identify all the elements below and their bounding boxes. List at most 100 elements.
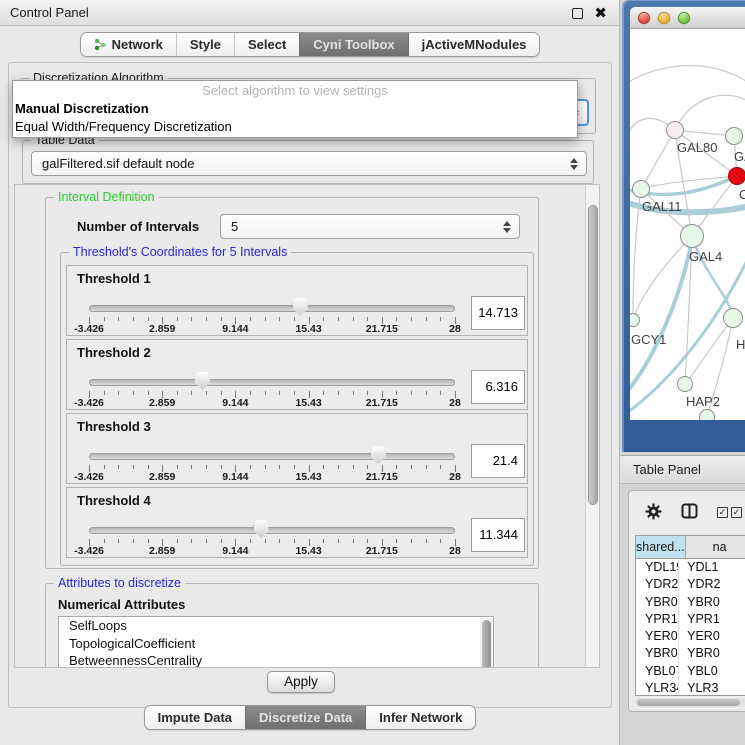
control-panel: Control Panel ✖ Network Style Select [0, 0, 620, 745]
network-edge[interactable] [630, 66, 745, 84]
close-traffic-light[interactable] [638, 12, 650, 24]
table-header-row: shared... na [636, 536, 745, 559]
tick-mark [104, 317, 105, 321]
table-data-combobox[interactable]: galFiltered.sif default node [31, 151, 587, 176]
table-row[interactable]: YBR045CYBR0 [636, 645, 745, 662]
scrollbar-thumb[interactable] [482, 620, 491, 668]
tick-mark [279, 317, 280, 321]
scrollbar-thumb[interactable] [588, 205, 598, 505]
tick-mark [250, 465, 251, 469]
table-cell: YPR145W [636, 611, 679, 628]
threshold-panel: Threshold 1-3.4262.8599.14415.4321.71528… [66, 265, 528, 336]
table-cell: YDR2 [679, 576, 745, 593]
columns-icon[interactable] [681, 503, 698, 519]
threshold-value-field[interactable]: 14.713 [471, 296, 525, 330]
tick-mark [265, 539, 266, 543]
tick-label: 21.715 [366, 397, 398, 409]
tick-label: -3.426 [74, 471, 104, 483]
table-cell: YBR0 [679, 594, 745, 611]
slider-thumb[interactable] [371, 446, 386, 464]
tab-cyni-toolbox[interactable]: Cyni Toolbox [299, 33, 407, 56]
tick-mark [206, 465, 207, 469]
table-cell: YDR27... [636, 576, 679, 593]
number-of-intervals-combobox[interactable]: 5 [220, 214, 520, 239]
network-node[interactable] [666, 121, 684, 139]
network-node[interactable] [680, 224, 704, 248]
tick-mark [250, 391, 251, 395]
checkbox-icon[interactable]: ✓ [731, 507, 742, 518]
dropdown-item-manual-discretization[interactable]: Manual Discretization [13, 100, 577, 118]
slider-thumb[interactable] [195, 372, 210, 390]
slider-track[interactable] [89, 453, 455, 460]
gear-icon[interactable] [645, 503, 662, 520]
network-node[interactable] [725, 127, 743, 145]
network-edge[interactable] [675, 95, 745, 130]
table-row[interactable]: YLR345WYLR3 [636, 680, 745, 696]
tab-impute-data[interactable]: Impute Data [145, 706, 245, 729]
column-header-shared-name[interactable]: shared... [636, 536, 686, 558]
tab-jactivemnodules[interactable]: jActiveMNodules [408, 33, 540, 56]
table-row[interactable]: YBR043CYBR0 [636, 594, 745, 611]
slider-track[interactable] [89, 379, 455, 386]
threshold-value-field[interactable]: 11.344 [471, 518, 525, 552]
table-row[interactable]: YDL19...YDL1 [636, 559, 745, 576]
tick-label: -3.426 [74, 545, 104, 557]
slider-thumb[interactable] [293, 298, 308, 316]
tick-mark [279, 391, 280, 395]
tick-mark [411, 539, 412, 543]
tick-mark [104, 465, 105, 469]
network-edge[interactable] [641, 130, 675, 189]
tick-label: 9.144 [222, 397, 248, 409]
tick-mark [353, 317, 354, 321]
slider-track[interactable] [89, 527, 455, 534]
tab-discretize-data[interactable]: Discretize Data [245, 706, 365, 729]
tick-mark [206, 539, 207, 543]
network-window-titlebar [630, 7, 745, 29]
threshold-value-field[interactable]: 21.4 [471, 444, 525, 478]
tab-network[interactable]: Network [81, 33, 176, 56]
column-header-name[interactable]: na [686, 536, 745, 558]
network-canvas[interactable]: GAL80GACGAL11GAL4GCY1HHAP2 [630, 29, 745, 420]
list-item[interactable]: TopologicalCoefficient [59, 635, 493, 653]
slider-thumb[interactable] [254, 520, 269, 538]
minimize-traffic-light[interactable] [658, 12, 670, 24]
table-row[interactable]: YER054CYER0 [636, 628, 745, 645]
thresholds-group: Threshold's Coordinates for 5 Intervals … [60, 252, 534, 566]
table-horizontal-scrollbar[interactable] [635, 698, 745, 707]
tab-infer-network[interactable]: Infer Network [365, 706, 475, 729]
float-window-icon[interactable] [572, 8, 583, 19]
list-item[interactable]: SelfLoops [59, 617, 493, 635]
slider-track[interactable] [89, 305, 455, 312]
checkbox-icon[interactable]: ✓ [717, 507, 728, 518]
network-node-label: GCY1 [631, 332, 666, 347]
apply-button[interactable]: Apply [267, 671, 335, 693]
close-icon[interactable]: ✖ [594, 1, 607, 27]
network-node[interactable] [632, 180, 650, 198]
list-item[interactable]: BetweennessCentrality [59, 652, 493, 668]
tab-select[interactable]: Select [234, 33, 299, 56]
network-node[interactable] [728, 167, 745, 185]
scrollbar-thumb[interactable] [637, 699, 740, 706]
table-cell: YBR0 [679, 645, 745, 662]
network-node[interactable] [677, 376, 693, 392]
dropdown-placeholder-item[interactable]: Select algorithm to view settings [13, 81, 577, 100]
threshold-value-field[interactable]: 6.316 [471, 370, 525, 404]
tab-style[interactable]: Style [176, 33, 234, 56]
numerical-attributes-list[interactable]: SelfLoopsTopologicalCoefficientBetweenne… [58, 616, 494, 668]
number-of-intervals-value: 5 [231, 215, 238, 238]
dropdown-item-equal-width[interactable]: Equal Width/Frequency Discretization [13, 118, 577, 136]
tick-label: 28 [449, 397, 461, 409]
network-node[interactable] [723, 308, 743, 328]
tick-mark [118, 317, 119, 321]
zoom-traffic-light[interactable] [678, 12, 690, 24]
group-title: Attributes to discretize [54, 576, 185, 590]
table-row[interactable]: YPR145WYPR1 [636, 611, 745, 628]
settings-scrollbar[interactable] [585, 185, 600, 667]
tick-mark [396, 317, 397, 321]
network-node[interactable] [699, 409, 715, 420]
tick-mark [221, 539, 222, 543]
list-scrollbar[interactable] [480, 618, 492, 668]
threshold-panel: Threshold 2-3.4262.8599.14415.4321.71528… [66, 339, 528, 410]
table-row[interactable]: YDR27...YDR2 [636, 576, 745, 593]
table-row[interactable]: YBL079WYBL0 [636, 663, 745, 680]
